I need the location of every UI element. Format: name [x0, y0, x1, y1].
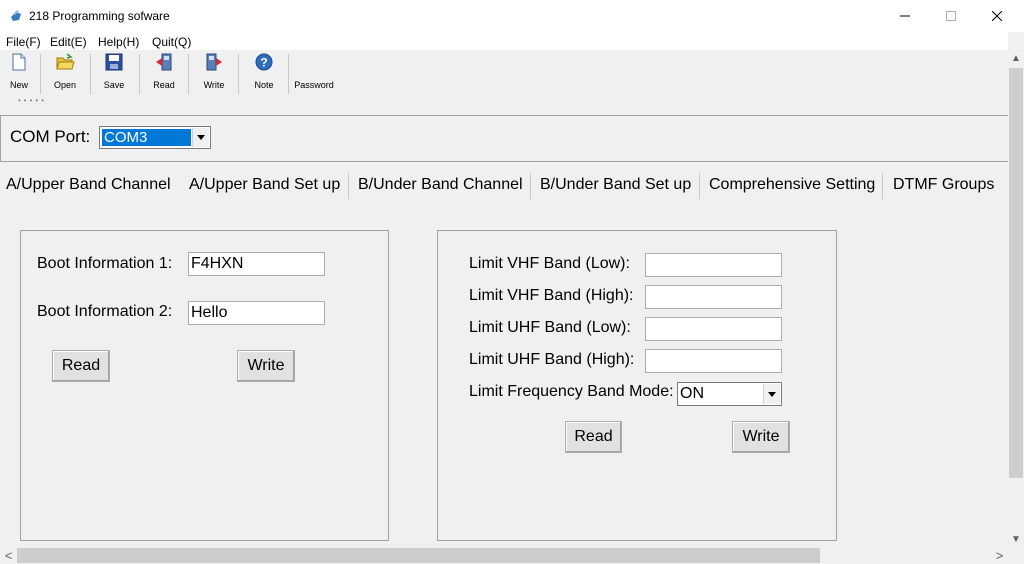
read-radio-icon	[156, 53, 172, 71]
toolbar-separator	[90, 54, 91, 94]
open-button[interactable]: Open	[50, 52, 80, 96]
maximize-button[interactable]	[928, 0, 974, 32]
com-port-select[interactable]: COM3	[99, 126, 211, 149]
boot-read-button[interactable]: Read	[52, 350, 110, 382]
save-label: Save	[103, 80, 125, 90]
boot-info-2-field[interactable]: Hello	[188, 301, 325, 325]
toolbar-separator	[40, 54, 41, 94]
close-button[interactable]	[974, 0, 1020, 32]
open-label: Open	[53, 80, 77, 90]
com-port-value: COM3	[101, 128, 192, 147]
minimize-icon	[900, 15, 910, 17]
horizontal-scroll-thumb[interactable]	[17, 548, 820, 563]
walkie-talkie-icon	[11, 10, 21, 21]
vhf-low-field[interactable]	[645, 253, 782, 277]
vertical-scrollbar[interactable]: ▲ ▼	[1008, 50, 1024, 548]
tab-b-under-band-setup[interactable]: B/Under Band Set up	[540, 176, 691, 194]
boot-write-button[interactable]: Write	[237, 350, 295, 382]
vhf-low-label: Limit VHF Band (Low):	[469, 255, 630, 272]
read-label: Read	[153, 80, 175, 90]
toolbar-separator	[139, 54, 140, 94]
save-button[interactable]: Save	[99, 52, 129, 96]
tab-separator	[348, 173, 349, 199]
new-button[interactable]: New	[4, 52, 34, 96]
minimize-button[interactable]	[882, 0, 928, 32]
title-bar: 218 Programming sofware	[0, 0, 1024, 32]
password-label: Password	[294, 80, 334, 90]
toolbar-separator	[238, 54, 239, 94]
boot-info-2-label: Boot Information 2:	[37, 303, 173, 320]
menu-bar: File(F) Edit(E) Help(H) Quit(Q)	[0, 32, 1008, 50]
uhf-low-field[interactable]	[645, 317, 782, 341]
limit-write-button[interactable]: Write	[732, 421, 790, 453]
tab-separator	[699, 173, 700, 199]
uhf-high-field[interactable]	[645, 349, 782, 373]
vhf-high-label: Limit VHF Band (High):	[469, 287, 634, 304]
com-bar-edge	[0, 116, 1, 162]
uhf-low-label: Limit UHF Band (Low):	[469, 319, 631, 336]
toolbar-separator	[188, 54, 189, 94]
floppy-disk-icon	[105, 53, 123, 71]
toolbar-grip: •••••	[18, 96, 48, 105]
band-limit-panel: Limit VHF Band (Low): Limit VHF Band (Hi…	[437, 230, 837, 541]
tab-a-upper-band-channel[interactable]: A/Upper Band Channel	[6, 176, 171, 194]
toolbar: New Open Save Read Write ? Note Password…	[0, 50, 1008, 114]
scroll-left-icon[interactable]: <	[0, 547, 17, 564]
password-button[interactable]: Password	[293, 52, 335, 96]
band-mode-dropdown-button[interactable]	[763, 384, 780, 404]
svg-text:?: ?	[260, 56, 267, 70]
write-label: Write	[203, 80, 225, 90]
uhf-high-label: Limit UHF Band (High):	[469, 351, 635, 368]
tab-separator	[882, 173, 883, 199]
com-port-dropdown-button[interactable]	[192, 128, 209, 147]
tab-a-upper-band-setup[interactable]: A/Upper Band Set up	[189, 176, 340, 194]
open-folder-icon	[56, 53, 75, 70]
new-label: New	[9, 80, 28, 90]
menu-help[interactable]: Help(H)	[98, 35, 139, 49]
tab-comprehensive-setting[interactable]: Comprehensive Setting	[709, 176, 875, 194]
scroll-down-icon[interactable]: ▼	[1008, 531, 1024, 548]
boot-info-panel: Boot Information 1: F4HXN Boot Informati…	[20, 230, 389, 541]
menu-edit[interactable]: Edit(E)	[50, 35, 87, 49]
tab-b-under-band-channel[interactable]: B/Under Band Channel	[358, 176, 523, 194]
limit-read-button[interactable]: Read	[565, 421, 622, 453]
new-file-icon	[12, 53, 26, 71]
band-mode-value: ON	[680, 385, 704, 402]
com-port-label: COM Port:	[10, 127, 91, 146]
menu-quit[interactable]: Quit(Q)	[152, 35, 191, 49]
scrollbar-corner	[1008, 547, 1024, 564]
write-button[interactable]: Write	[199, 52, 229, 96]
chevron-down-icon	[768, 391, 776, 397]
maximize-icon	[946, 11, 956, 21]
vertical-scroll-thumb[interactable]	[1009, 68, 1023, 478]
note-button[interactable]: ? Note	[249, 52, 279, 96]
help-icon: ?	[255, 53, 273, 71]
vhf-high-field[interactable]	[645, 285, 782, 309]
toolbar-separator	[288, 54, 289, 94]
read-button[interactable]: Read	[149, 52, 179, 96]
band-mode-label: Limit Frequency Band Mode:	[469, 383, 674, 400]
menu-file[interactable]: File(F)	[6, 35, 41, 49]
boot-info-1-label: Boot Information 1:	[37, 255, 173, 272]
scroll-up-icon[interactable]: ▲	[1008, 50, 1024, 67]
boot-info-1-field[interactable]: F4HXN	[188, 252, 325, 276]
band-mode-select[interactable]: ON	[677, 382, 782, 406]
close-icon	[992, 11, 1002, 21]
horizontal-scrollbar[interactable]: < >	[0, 547, 1008, 564]
note-label: Note	[254, 80, 274, 90]
tab-dtmf-groups[interactable]: DTMF Groups	[893, 176, 994, 194]
tab-bar: A/Upper Band Channel A/Upper Band Set up…	[0, 172, 1008, 200]
window-title: 218 Programming sofware	[29, 9, 170, 23]
chevron-down-icon	[197, 135, 205, 140]
tab-separator	[530, 173, 531, 199]
scroll-right-icon[interactable]: >	[991, 547, 1008, 564]
write-radio-icon	[206, 53, 222, 71]
